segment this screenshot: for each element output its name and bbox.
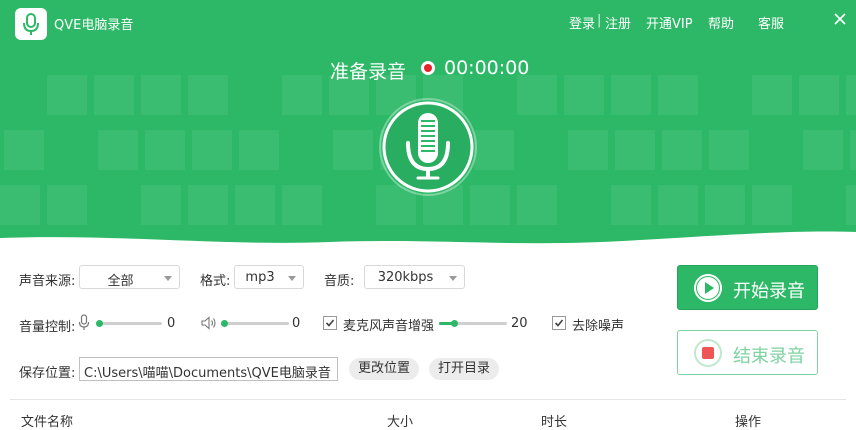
background-tile [333, 130, 373, 170]
save-path-field[interactable]: C:\Users\喵喵\Documents\QVE电脑录音 [79, 357, 338, 381]
denoise-checkbox[interactable] [552, 316, 566, 330]
speaker-icon [201, 316, 216, 330]
background-tile [568, 130, 608, 170]
background-tile [47, 75, 87, 115]
column-size: 大小 [387, 415, 414, 430]
background-tile [803, 130, 843, 170]
denoise-label: 去除噪声 [572, 319, 625, 334]
column-filename: 文件名称 [21, 415, 74, 430]
background-tile [752, 75, 792, 115]
play-icon [694, 274, 722, 302]
mic-volume-value: 0 [167, 316, 176, 331]
check-icon [554, 319, 564, 327]
background-tile [188, 75, 228, 115]
source-label: 声音来源: [19, 274, 76, 289]
check-icon [325, 319, 335, 327]
change-location-button[interactable]: 更改位置 [349, 358, 419, 380]
start-recording-label: 开始录音 [733, 281, 805, 302]
background-tile [474, 130, 514, 170]
slider-handle[interactable] [96, 320, 103, 327]
format-value: mp3 [245, 270, 275, 285]
background-tile [658, 75, 698, 115]
format-label: 格式: [200, 274, 231, 289]
speaker-volume-value: 0 [292, 316, 301, 331]
column-duration: 时长 [541, 415, 568, 430]
background-tile [850, 130, 856, 170]
background-tile [282, 75, 322, 115]
table-divider [10, 399, 846, 400]
record-indicator [421, 61, 435, 75]
background-tile [239, 130, 279, 170]
microphone-icon [379, 98, 477, 196]
chevron-down-icon [449, 276, 457, 281]
background-tile [145, 130, 185, 170]
quality-select[interactable]: 320kbps [364, 265, 465, 289]
source-value: 全部 [107, 274, 134, 289]
chevron-down-icon [164, 276, 172, 281]
login-link[interactable]: 登录 [569, 13, 595, 32]
mic-volume-slider[interactable] [96, 320, 162, 327]
slider-handle[interactable] [451, 320, 458, 327]
column-actions: 操作 [735, 415, 762, 430]
wave-divider [0, 231, 856, 250]
format-select[interactable]: mp3 [234, 265, 304, 289]
stop-recording-label: 结束录音 [733, 346, 805, 367]
boost-value: 20 [511, 316, 528, 331]
background-tile [141, 75, 181, 115]
background-tile [98, 130, 138, 170]
header-banner: QVE电脑录音 登录 | 注册 开通VIP 帮助 客服 准备录音 00:00:0… [0, 0, 856, 250]
nav-separator: | [597, 13, 602, 28]
help-link[interactable]: 帮助 [708, 13, 734, 32]
close-icon[interactable] [832, 11, 848, 27]
mic-visual [378, 97, 478, 197]
quality-value: 320kbps [377, 270, 434, 285]
start-recording-button[interactable]: 开始录音 [677, 265, 818, 310]
boost-label: 麦克风声音增强 [343, 319, 435, 334]
slider-handle[interactable] [221, 320, 228, 327]
app-logo [15, 8, 47, 40]
service-link[interactable]: 客服 [758, 13, 784, 32]
vip-link[interactable]: 开通VIP [646, 13, 693, 32]
save-location-label: 保存位置: [19, 366, 76, 381]
background-tile [799, 75, 839, 115]
status-text: 准备录音 [330, 61, 407, 83]
background-tile [564, 75, 604, 115]
volume-label: 音量控制: [19, 320, 76, 335]
app-title: QVE电脑录音 [54, 18, 134, 33]
microphone-icon [23, 13, 39, 35]
stop-icon [694, 339, 722, 367]
background-tile [192, 130, 232, 170]
register-link[interactable]: 注册 [605, 13, 631, 32]
chevron-down-icon [288, 276, 296, 281]
background-tile [662, 130, 702, 170]
speaker-volume-slider[interactable] [221, 320, 289, 327]
background-tile [611, 75, 651, 115]
background-tile [517, 75, 557, 115]
boost-slider[interactable] [439, 320, 507, 327]
boost-checkbox[interactable] [323, 316, 337, 330]
background-tile [709, 130, 749, 170]
open-folder-button[interactable]: 打开目录 [429, 358, 499, 380]
microphone-icon [78, 314, 90, 330]
background-tile [94, 75, 134, 115]
source-select[interactable]: 全部 [79, 265, 180, 289]
background-tile [615, 130, 655, 170]
stop-recording-button[interactable]: 结束录音 [677, 330, 818, 375]
quality-label: 音质: [324, 274, 355, 289]
background-tile [846, 75, 856, 115]
background-tile [4, 130, 44, 170]
timer: 00:00:00 [444, 57, 530, 79]
